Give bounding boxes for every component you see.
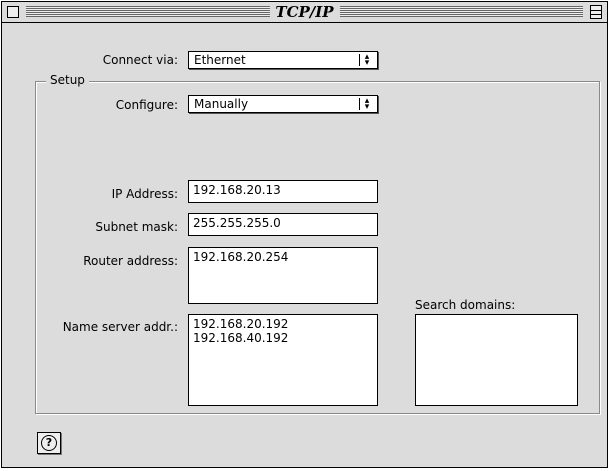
connect-via-label: Connect via: <box>102 53 178 67</box>
tcpip-window: TCP/IP Connect via: Ethernet ▴ ▾ Setup Co… <box>1 1 608 468</box>
window-title: TCP/IP <box>269 2 340 22</box>
setup-group-label: Setup <box>46 73 89 87</box>
help-button[interactable]: ? <box>37 432 61 454</box>
close-box-icon[interactable] <box>7 6 19 18</box>
connect-via-value: Ethernet <box>194 53 246 67</box>
name-server-label: Name server addr.: <box>62 320 178 334</box>
help-icon: ? <box>41 435 57 451</box>
search-domains-label: Search domains: <box>415 298 516 312</box>
ip-address-field[interactable]: 192.168.20.13 <box>188 180 378 203</box>
connect-via-popup[interactable]: Ethernet ▴ ▾ <box>188 51 378 69</box>
configure-value: Manually <box>194 97 249 111</box>
router-address-label: Router address: <box>83 254 178 268</box>
configure-popup[interactable]: Manually ▴ ▾ <box>188 95 378 113</box>
collapse-box-icon[interactable] <box>590 5 602 19</box>
subnet-mask-label: Subnet mask: <box>95 220 178 234</box>
ip-address-label: IP Address: <box>111 187 178 201</box>
search-domains-field[interactable] <box>415 314 578 406</box>
title-bar[interactable]: TCP/IP <box>2 2 607 23</box>
popup-arrows-icon: ▴ ▾ <box>359 53 374 68</box>
configure-label: Configure: <box>115 98 178 112</box>
name-server-field[interactable]: 192.168.20.192 192.168.40.192 <box>188 314 378 406</box>
router-address-field[interactable]: 192.168.20.254 <box>188 247 378 304</box>
subnet-mask-field[interactable]: 255.255.255.0 <box>188 213 378 236</box>
popup-arrows-icon: ▴ ▾ <box>359 97 374 112</box>
